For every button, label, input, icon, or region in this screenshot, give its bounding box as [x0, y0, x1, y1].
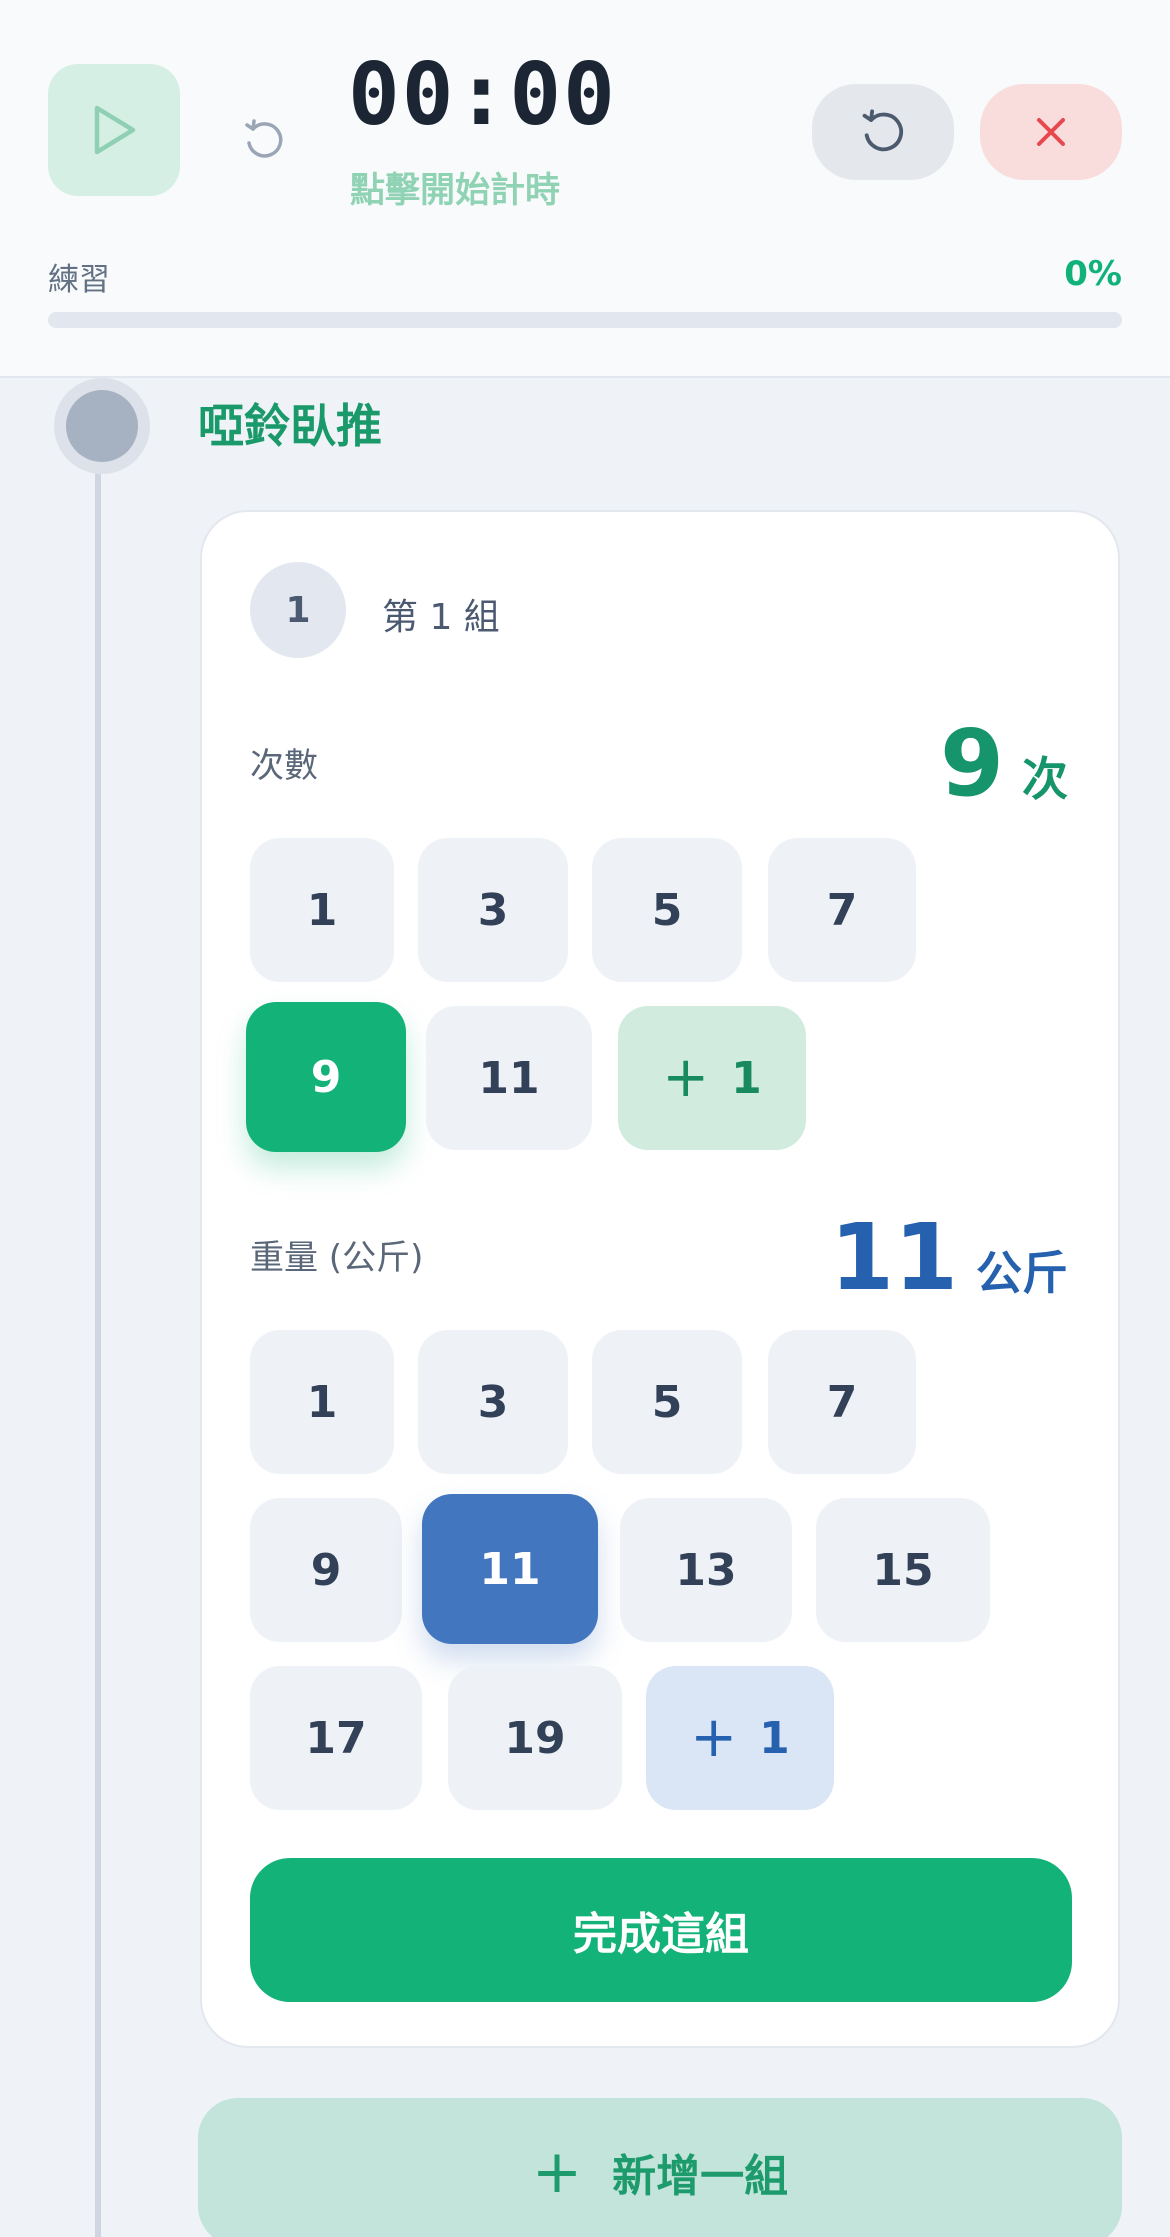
reps-value: 9 [939, 710, 1004, 817]
set-number-badge: 1 [250, 562, 346, 658]
progress-label: 練習 [48, 262, 110, 298]
weight-option-15[interactable]: 15 [816, 1498, 990, 1642]
small-reset-button[interactable] [228, 104, 300, 176]
reps-option-3[interactable]: 3 [418, 838, 568, 982]
complete-set-button[interactable]: 完成這組 [250, 1858, 1072, 2002]
timer-header: 00:00 點擊開始計時 練習 0% [0, 0, 1170, 378]
reset-icon [862, 109, 904, 152]
workout-screen: 00:00 點擊開始計時 練習 0% 啞鈴臥推 1 第 1 組 次數 9 次 1… [0, 0, 1170, 2237]
reps-option-5[interactable]: 5 [592, 838, 742, 982]
set-card: 1 第 1 組 次數 9 次 1 3 5 7 9 11 + 1 重量 (公斤) … [200, 510, 1120, 2048]
weight-option-9[interactable]: 9 [250, 1498, 402, 1642]
reps-increment-button[interactable]: + 1 [618, 1006, 806, 1150]
reps-option-7[interactable]: 7 [768, 838, 916, 982]
weight-option-13[interactable]: 13 [620, 1498, 792, 1642]
weight-unit: 公斤 [976, 1246, 1068, 1300]
reps-label: 次數 [250, 746, 318, 786]
reps-option-1[interactable]: 1 [250, 838, 394, 982]
weight-value: 11 [829, 1204, 958, 1311]
exercise-title: 啞鈴臥推 [198, 399, 382, 453]
reps-increment-label: 1 [731, 1052, 762, 1104]
progress-percent: 0% [1064, 254, 1122, 294]
reps-value-display: 9 次 [940, 718, 1068, 810]
timeline-dot-inner [66, 390, 138, 462]
add-set-label: 新增一組 [612, 2151, 789, 2202]
play-icon [94, 105, 136, 155]
close-icon [1037, 118, 1065, 146]
reps-option-11[interactable]: 11 [426, 1006, 592, 1150]
weight-option-17[interactable]: 17 [250, 1666, 422, 1810]
weight-option-5[interactable]: 5 [592, 1330, 742, 1474]
reps-unit: 次 [1022, 752, 1068, 806]
timeline-dot [54, 378, 150, 474]
weight-increment-button[interactable]: + 1 [646, 1666, 834, 1810]
weight-increment-label: 1 [759, 1712, 790, 1764]
timeline-line [95, 380, 101, 2237]
weight-label: 重量 (公斤) [250, 1238, 424, 1278]
weight-option-3[interactable]: 3 [418, 1330, 568, 1474]
reset-button[interactable] [812, 84, 954, 180]
weight-option-1[interactable]: 1 [250, 1330, 394, 1474]
timer-display: 00:00 [348, 45, 617, 145]
reset-icon [245, 119, 283, 158]
timer-hint: 點擊開始計時 [350, 171, 561, 211]
plus-icon: + [690, 1705, 738, 1770]
plus-icon: + [662, 1045, 710, 1110]
reps-option-9[interactable]: 9 [246, 1002, 406, 1152]
play-button[interactable] [48, 64, 180, 196]
progress-bar [48, 312, 1122, 328]
weight-option-19[interactable]: 19 [448, 1666, 622, 1810]
plus-icon: + [531, 2137, 583, 2207]
weight-option-7[interactable]: 7 [768, 1330, 916, 1474]
weight-value-display: 11 公斤 [830, 1212, 1068, 1304]
close-button[interactable] [980, 84, 1122, 180]
set-label: 第 1 組 [382, 597, 500, 638]
add-set-button[interactable]: + 新增一組 [198, 2098, 1122, 2237]
weight-option-11[interactable]: 11 [422, 1494, 598, 1644]
